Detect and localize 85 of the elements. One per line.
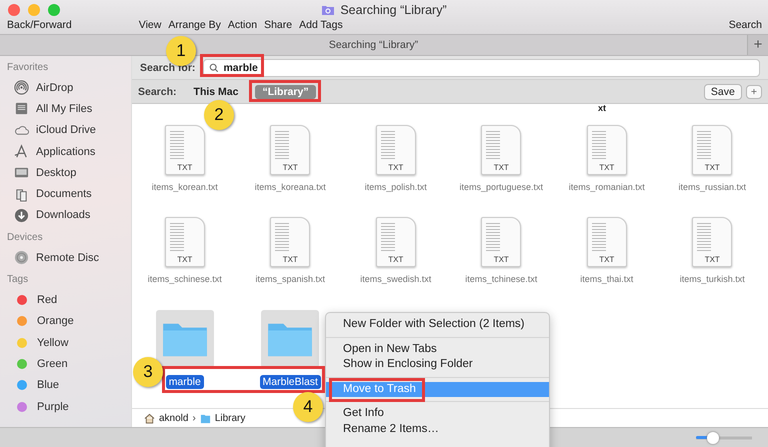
sidebar-item[interactable]: Remote Disc bbox=[0, 247, 131, 268]
sidebar-item[interactable]: iCloud Drive bbox=[0, 120, 131, 141]
menu-item[interactable]: Get Info bbox=[326, 406, 549, 422]
search-folder-icon bbox=[321, 4, 336, 16]
toolbar-button[interactable]: Action bbox=[228, 19, 258, 31]
slider-thumb[interactable] bbox=[706, 432, 719, 444]
sidebar-item[interactable]: Yellow bbox=[0, 332, 131, 354]
sidebar-heading: Devices bbox=[6, 232, 44, 246]
new-tab-button[interactable]: + bbox=[746, 35, 768, 55]
scope-label: Search: bbox=[138, 86, 177, 98]
disc-icon bbox=[14, 250, 29, 266]
sidebar-item[interactable]: Blue bbox=[0, 374, 131, 396]
applications-icon bbox=[14, 144, 29, 160]
file-name[interactable]: items_schinese.txt bbox=[138, 273, 231, 285]
folder-icon[interactable] bbox=[156, 310, 214, 368]
minimize-button[interactable] bbox=[28, 4, 40, 16]
text-file-icon[interactable]: TXT bbox=[164, 217, 205, 267]
file-name[interactable]: items_turkish.txt bbox=[666, 273, 758, 285]
folder-icon[interactable] bbox=[261, 310, 320, 368]
menu-item[interactable]: New Folder with Selection (2 Items) bbox=[326, 317, 549, 332]
toolbar-button[interactable]: View bbox=[138, 19, 162, 31]
text-file-icon[interactable]: TXT bbox=[586, 217, 627, 267]
file-name[interactable]: items_portuguese.txt bbox=[455, 181, 548, 193]
text-file-icon[interactable]: TXT bbox=[376, 217, 416, 267]
sidebar-item[interactable]: Desktop bbox=[0, 162, 131, 184]
folder-icon bbox=[200, 412, 211, 424]
text-file-icon[interactable]: TXT bbox=[586, 125, 627, 175]
file-name[interactable]: items_russian.txt bbox=[666, 181, 758, 193]
file-name: xt bbox=[598, 104, 606, 113]
search-icon bbox=[209, 62, 220, 72]
sidebar-item[interactable]: Orange bbox=[0, 310, 131, 332]
file-name[interactable]: items_spanish.txt bbox=[244, 273, 336, 285]
toolbar-button[interactable]: Arrange By bbox=[168, 19, 221, 31]
sidebar-item[interactable]: Red bbox=[0, 289, 131, 311]
highlight-frame bbox=[200, 54, 264, 77]
folder-name[interactable]: MarbleBlast bbox=[260, 375, 321, 389]
file-name[interactable]: items_romanian.txt bbox=[560, 181, 653, 193]
menu-item[interactable]: Rename 2 Items… bbox=[326, 422, 549, 437]
file-stack-icon bbox=[14, 101, 29, 116]
sidebar-item[interactable]: Applications bbox=[0, 140, 131, 162]
sidebar-item[interactable]: All My Files bbox=[0, 98, 131, 120]
add-criteria-button[interactable]: + bbox=[746, 84, 762, 98]
text-file-icon[interactable]: TXT bbox=[692, 217, 732, 267]
documents-icon bbox=[14, 186, 29, 202]
file-name[interactable]: items_tchinese.txt bbox=[455, 273, 548, 285]
sidebar-item[interactable]: Downloads bbox=[0, 204, 131, 226]
file-name[interactable]: items_polish.txt bbox=[350, 181, 442, 193]
file-name[interactable]: items_koreana.txt bbox=[244, 181, 336, 193]
toolbar-button[interactable]: Add Tags bbox=[299, 19, 343, 31]
window-title: Searching “Library” bbox=[340, 3, 447, 17]
text-file-icon[interactable]: TXT bbox=[481, 217, 522, 267]
download-icon bbox=[14, 208, 29, 223]
file-name[interactable]: items_swedish.txt bbox=[350, 273, 442, 285]
save-button[interactable]: Save bbox=[704, 84, 742, 100]
sidebar-item[interactable]: Green bbox=[0, 353, 131, 375]
file-name[interactable]: items_korean.txt bbox=[138, 181, 231, 193]
text-file-icon[interactable]: TXT bbox=[376, 125, 416, 175]
text-file-icon[interactable]: TXT bbox=[164, 125, 205, 175]
text-file-icon[interactable]: TXT bbox=[270, 217, 310, 267]
search-button[interactable]: Search bbox=[728, 19, 762, 31]
airdrop-icon bbox=[14, 80, 29, 96]
close-button[interactable] bbox=[8, 4, 20, 16]
back-forward-button[interactable]: Back/Forward bbox=[7, 19, 72, 31]
text-file-icon[interactable]: TXT bbox=[481, 125, 522, 175]
path-item[interactable]: aknold bbox=[159, 412, 188, 424]
text-file-icon[interactable]: TXT bbox=[692, 125, 732, 175]
menu-item[interactable]: Open in New Tabs bbox=[326, 342, 549, 357]
tab[interactable]: Searching “Library” bbox=[328, 39, 418, 51]
file-name[interactable]: items_thai.txt bbox=[560, 273, 653, 285]
home-icon bbox=[144, 412, 155, 424]
sidebar-heading: Favorites bbox=[6, 62, 50, 75]
menu-item[interactable]: Show in Enclosing Folder bbox=[326, 357, 549, 372]
toolbar-button[interactable]: Share bbox=[264, 19, 292, 31]
highlight-frame bbox=[249, 80, 321, 102]
path-item[interactable]: Library bbox=[214, 412, 246, 424]
search-field[interactable]: marble bbox=[203, 58, 760, 76]
sidebar-item[interactable]: Purple bbox=[0, 396, 131, 418]
scope-option[interactable]: This Mac bbox=[186, 84, 246, 98]
sidebar-heading: Tags bbox=[6, 274, 30, 288]
sidebar-item[interactable]: Documents bbox=[0, 183, 131, 205]
sidebar-item[interactable]: AirDrop bbox=[0, 77, 131, 98]
zoom-button[interactable] bbox=[48, 4, 60, 16]
text-file-icon[interactable]: TXT bbox=[270, 125, 310, 175]
folder-name[interactable]: marble bbox=[166, 375, 204, 389]
path-separator: › bbox=[192, 412, 196, 424]
